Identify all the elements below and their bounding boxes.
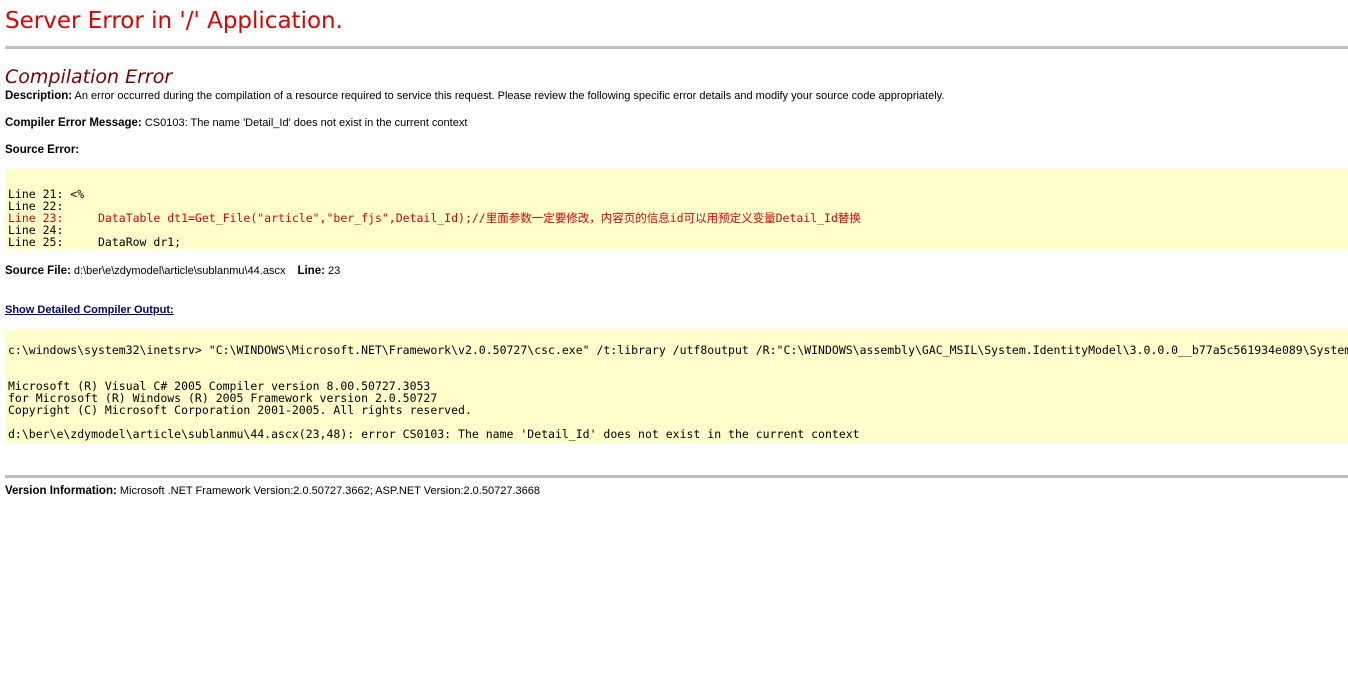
bottom-divider xyxy=(5,475,1348,478)
source-error-heading: Source Error: xyxy=(5,143,79,157)
error-heading: Compilation Error xyxy=(5,66,173,88)
source-file-path: d:\ber\e\zdymodel\article\sublanmu\44.as… xyxy=(73,265,286,277)
source-file-label: Source File: xyxy=(5,265,71,277)
source-line-error: Line 23: DataTable dt1=Get_File("article… xyxy=(8,211,861,225)
source-file-info: Source File: d:\ber\e\zdymodel\article\s… xyxy=(5,264,340,278)
source-code-box: Line 21: <% Line 22: Line 23: DataTable … xyxy=(5,169,1348,250)
version-information: Version Information: Microsoft .NET Fram… xyxy=(5,484,540,498)
compiler-error-label: Compiler Error Message: xyxy=(5,117,142,129)
compiler-output-box: c:\windows\system32\inetsrv> "C:\WINDOWS… xyxy=(5,330,1348,443)
line-number: 23 xyxy=(328,265,341,277)
source-line: Line 25: DataRow dr1; xyxy=(8,235,182,249)
source-error-label: Source Error: xyxy=(5,144,80,156)
compiler-output-line: d:\ber\e\zdymodel\article\sublanmu\44.as… xyxy=(8,427,860,441)
version-label: Version Information: xyxy=(5,485,117,497)
compiler-output-line: c:\windows\system32\inetsrv> "C:\WINDOWS… xyxy=(8,343,1348,357)
top-divider xyxy=(5,46,1348,49)
compiler-error-message: Compiler Error Message: CS0103: The name… xyxy=(5,116,467,130)
error-page: Server Error in '/' Application. Compila… xyxy=(0,0,1348,693)
compiler-output-line: Copyright (C) Microsoft Corporation 2001… xyxy=(8,403,472,417)
line-label: Line: xyxy=(297,265,325,277)
page-title: Server Error in '/' Application. xyxy=(5,8,343,34)
version-text: Microsoft .NET Framework Version:2.0.507… xyxy=(119,485,540,497)
description-text: An error occurred during the compilation… xyxy=(74,90,945,102)
show-compiler-output-link[interactable]: Show Detailed Compiler Output: xyxy=(5,303,174,317)
compiler-error-text: CS0103: The name 'Detail_Id' does not ex… xyxy=(144,117,468,129)
description-label: Description: xyxy=(5,90,73,102)
description: Description: An error occurred during th… xyxy=(5,89,944,103)
